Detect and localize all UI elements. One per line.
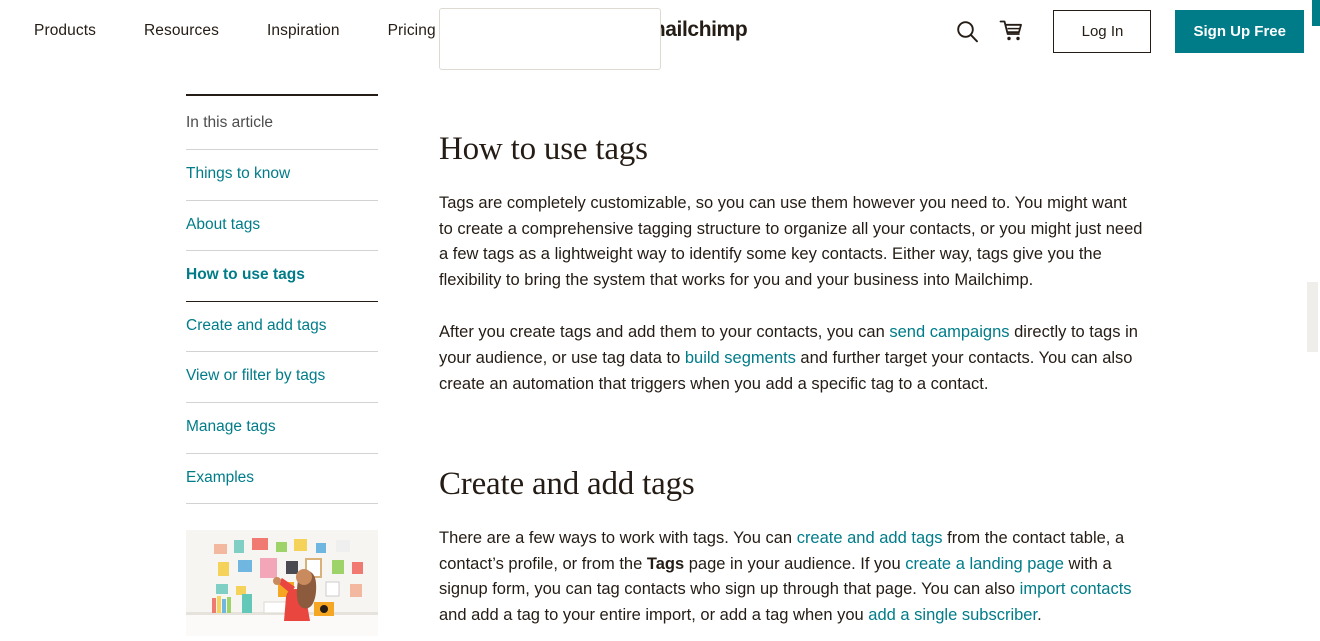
link-create-and-add-tags[interactable]: create and add tags	[797, 529, 943, 547]
link-add-a-single-subscriber[interactable]: add a single subscriber	[868, 606, 1037, 624]
text-run: and add a tag to your entire import, or …	[439, 605, 869, 624]
header-actions: Log In Sign Up Free	[945, 0, 1304, 62]
page-scrollbar-thumb[interactable]	[1307, 282, 1318, 352]
text-run: Tags are completely customizable, so you…	[439, 193, 1143, 289]
toc-item-examples[interactable]: Examples	[186, 452, 378, 504]
log-in-button[interactable]: Log In	[1053, 9, 1152, 53]
link-import-contacts[interactable]: import contacts	[1020, 580, 1132, 598]
section-heading-create-and-add-tags: Create and add tags	[439, 466, 695, 503]
toc-item-how-to-use-tags[interactable]: How to use tags	[186, 250, 378, 301]
page-scrollbar-track[interactable]	[1305, 0, 1320, 641]
logo-wordmark: mailchimp	[647, 18, 748, 41]
text-run: After you create tags and add them to yo…	[439, 323, 890, 342]
search-icon[interactable]	[945, 9, 989, 53]
toc-item-about-tags[interactable]: About tags	[186, 199, 378, 251]
toc-item-create-and-add-tags[interactable]: Create and add tags	[186, 300, 378, 352]
nav-item-products[interactable]: Products	[34, 22, 96, 40]
link-create-a-landing-page[interactable]: create a landing page	[905, 555, 1064, 573]
paragraph-tags-customizable: Tags are completely customizable, so you…	[439, 191, 1145, 293]
text-run: page in your audience. If you	[684, 554, 906, 573]
toc-item-things-to-know[interactable]: Things to know	[186, 149, 378, 200]
text-run: There are a few ways to work with tags. …	[439, 529, 797, 548]
sign-up-free-button[interactable]: Sign Up Free	[1175, 9, 1304, 53]
section-heading-how-to-use-tags: How to use tags	[439, 131, 648, 167]
cart-icon[interactable]	[989, 9, 1033, 53]
nav-item-resources[interactable]: Resources	[144, 22, 219, 40]
paragraph-after-you-create-tags: After you create tags and add them to yo…	[439, 320, 1145, 397]
nav-item-pricing[interactable]: Pricing	[388, 22, 436, 40]
nav-item-inspiration[interactable]: Inspiration	[267, 22, 340, 40]
link-build-segments[interactable]: build segments	[685, 349, 796, 367]
toc-item-view-or-filter-by-tags[interactable]: View or filter by tags	[186, 351, 378, 402]
promo-image[interactable]	[186, 530, 378, 637]
paragraph-ways-to-work-with-tags: There are a few ways to work with tags. …	[439, 526, 1145, 628]
toc-item-manage-tags[interactable]: Manage tags	[186, 401, 378, 453]
scrolled-off-callout-box	[439, 8, 661, 70]
article-toc-sidebar: In this article Things to know About tag…	[186, 62, 378, 637]
scrollbar-top-accent	[1312, 0, 1320, 26]
emphasis-tags-page: Tags	[646, 554, 685, 573]
primary-nav: Products Resources Inspiration Pricing	[34, 22, 436, 40]
toc-heading: In this article	[186, 114, 274, 131]
link-send-campaigns[interactable]: send campaigns	[889, 323, 1009, 341]
article-body: How to use tags Tags are completely cust…	[439, 8, 1145, 628]
toc-bottom-divider	[186, 503, 378, 505]
text-run: .	[1037, 605, 1042, 624]
